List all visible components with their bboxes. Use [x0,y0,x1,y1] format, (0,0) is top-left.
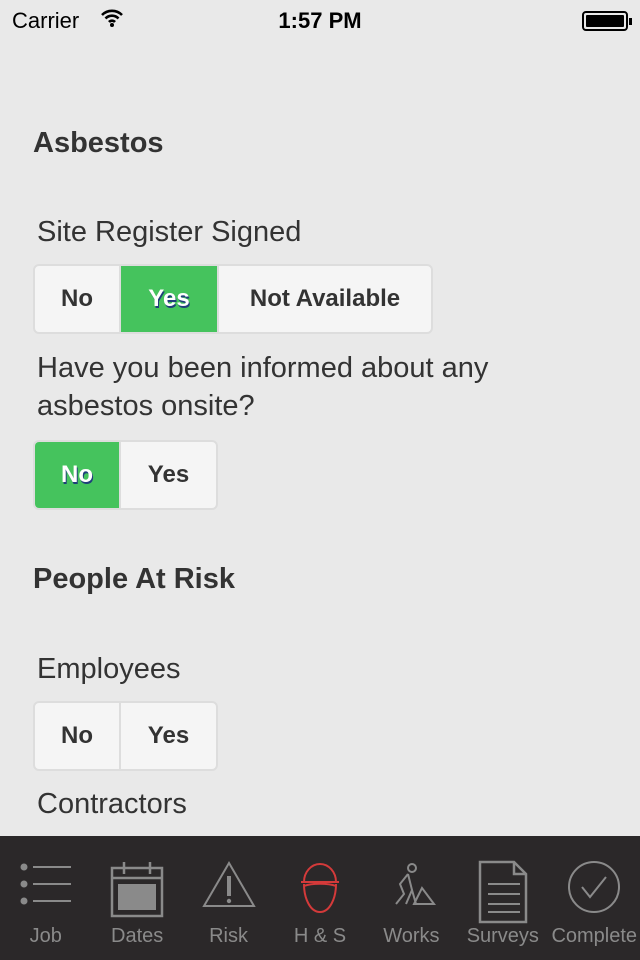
question-label: Contractors [37,788,187,820]
tab-risk[interactable]: Risk [183,836,274,960]
option-yes[interactable]: Yes [121,442,216,508]
tab-complete[interactable]: Complete [549,836,640,960]
section-title-people-at-risk: People At Risk [33,563,235,595]
question-label: Have you been informed about any asbesto… [37,352,489,422]
worker-icon [395,863,437,905]
asbestos-informed-segmented[interactable]: No Yes [33,440,218,510]
option-no[interactable]: No [35,442,121,508]
tab-h-and-s[interactable]: H & S [274,836,365,960]
employees-segmented[interactable]: No Yes [33,701,218,771]
option-not-available[interactable]: Not Available [219,266,431,332]
document-icon [478,860,528,924]
question-label: Site Register Signed [37,216,302,248]
list-icon [20,863,71,905]
tab-dates[interactable]: Dates [91,836,182,960]
tab-works[interactable]: Works [366,836,457,960]
warning-icon [201,861,256,907]
battery-icon [582,11,632,31]
check-circle-icon [568,861,621,913]
option-yes[interactable]: Yes [121,703,216,769]
option-no[interactable]: No [35,266,121,332]
option-no[interactable]: No [35,703,121,769]
clock: 1:57 PM [278,8,362,33]
hard-hat-icon [300,863,339,914]
question-label: Employees [37,653,181,685]
tab-surveys[interactable]: Surveys [457,836,548,960]
tab-bar: Job Dates Risk H & S Works Surveys Compl… [0,836,640,960]
calendar-icon [110,862,164,918]
option-yes[interactable]: Yes [121,266,219,332]
tab-job[interactable]: Job [0,836,91,960]
site-register-segmented[interactable]: No Yes Not Available [33,264,433,334]
section-title-asbestos: Asbestos [33,127,164,159]
status-bar: Carrier 1:57 PM [0,0,640,40]
